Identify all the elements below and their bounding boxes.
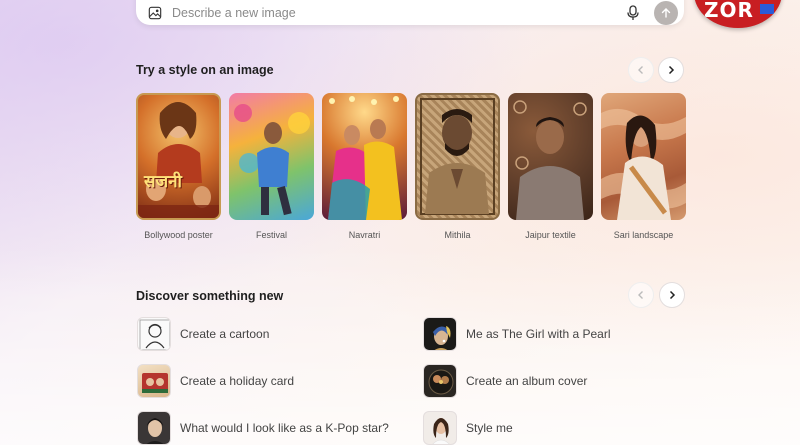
chevron-right-icon — [668, 65, 675, 75]
style-card-bollywood-poster[interactable]: सजनी Bollywood poster — [136, 93, 221, 240]
cartoon-thumbnail — [137, 317, 171, 351]
mithila-image — [415, 93, 500, 220]
style-label: Bollywood poster — [144, 230, 213, 240]
style-me-thumbnail — [423, 411, 457, 445]
bollywood-poster-image: सजनी — [136, 93, 221, 220]
styles-next-button[interactable] — [658, 57, 684, 83]
styles-section-title: Try a style on an image — [136, 63, 274, 77]
holiday-card-thumbnail — [137, 364, 171, 398]
arrow-up-icon — [661, 7, 671, 18]
discover-item-holiday-card[interactable]: Create a holiday card — [137, 364, 294, 398]
kpop-star-thumbnail — [137, 411, 171, 445]
discover-item-label: Create a cartoon — [180, 327, 270, 341]
microphone-icon[interactable] — [626, 4, 640, 21]
chevron-left-icon — [638, 291, 643, 299]
bollywood-poster-text: सजनी — [144, 172, 182, 192]
sari-landscape-image — [601, 93, 686, 220]
styles-prev-button[interactable] — [628, 57, 654, 83]
style-label: Mithila — [444, 230, 471, 240]
style-card-jaipur-textile[interactable]: Jaipur textile — [508, 93, 593, 240]
style-label: Navratri — [348, 230, 381, 240]
style-label: Sari landscape — [613, 230, 674, 240]
navratri-image — [322, 93, 407, 220]
discover-item-create-cartoon[interactable]: Create a cartoon — [137, 317, 269, 351]
style-label: Festival — [255, 230, 287, 240]
festival-image — [229, 93, 314, 220]
style-card-sari-landscape[interactable]: Sari landscape — [601, 93, 686, 240]
image-icon[interactable] — [148, 6, 162, 20]
discover-item-label: Create a holiday card — [180, 374, 295, 388]
prompt-input[interactable] — [172, 5, 626, 20]
discover-item-album-cover[interactable]: Create an album cover — [423, 364, 587, 398]
discover-item-label: Me as The Girl with a Pearl — [466, 327, 611, 341]
girl-with-pearl-thumbnail — [423, 317, 457, 351]
discover-item-label: Style me — [466, 421, 513, 435]
brand-logo: ZOR — [694, 0, 782, 28]
discover-item-label: Create an album cover — [466, 374, 588, 388]
discover-item-style-me[interactable]: Style me — [423, 411, 513, 445]
style-label: Jaipur textile — [525, 230, 576, 240]
discover-section-title: Discover something new — [136, 289, 284, 303]
jaipur-textile-image — [508, 93, 593, 220]
discover-item-kpop-star[interactable]: What would I look like as a K-Pop star? — [137, 411, 389, 445]
style-card-navratri[interactable]: Navratri — [322, 93, 407, 240]
discover-item-label: What would I look like as a K-Pop star? — [180, 421, 389, 435]
chevron-right-icon — [669, 290, 676, 300]
style-card-mithila[interactable]: Mithila — [415, 93, 500, 240]
chevron-left-icon — [638, 66, 643, 74]
album-cover-thumbnail — [423, 364, 457, 398]
discover-prev-button[interactable] — [628, 282, 654, 308]
discover-item-girl-with-pearl[interactable]: Me as The Girl with a Pearl — [423, 317, 611, 351]
prompt-bar — [136, 0, 684, 25]
send-button[interactable] — [654, 0, 678, 25]
brand-logo-text: ZOR — [704, 0, 754, 22]
style-card-festival[interactable]: Festival — [229, 93, 314, 240]
discover-next-button[interactable] — [659, 282, 685, 308]
